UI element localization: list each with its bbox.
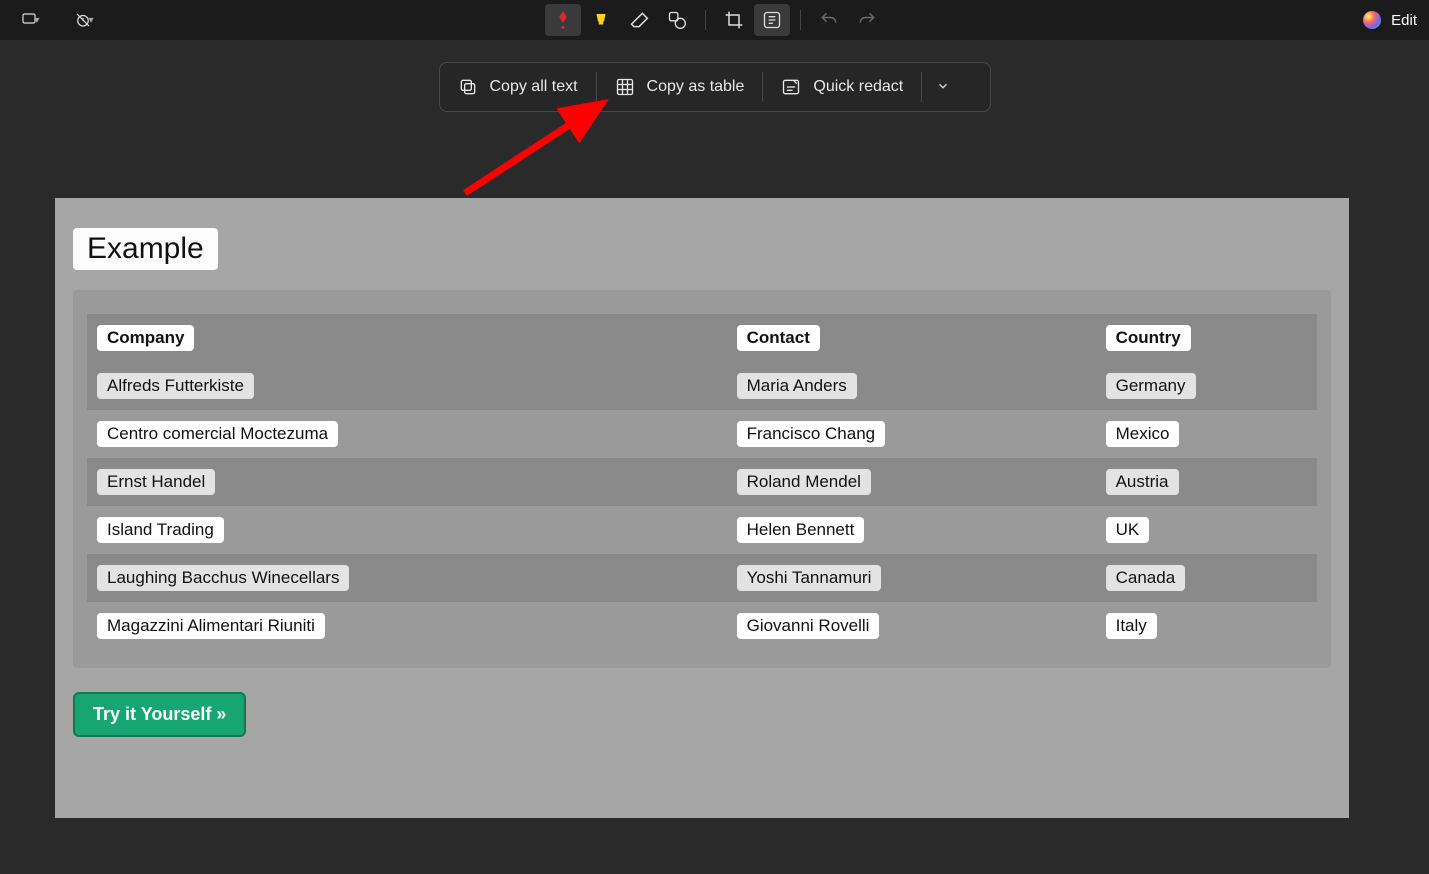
table-row: Ernst Handel Roland Mendel Austria [87, 458, 1317, 506]
table-cell: UK [1106, 517, 1150, 543]
copy-as-table-button[interactable]: Copy as table [597, 63, 763, 111]
table-row: Magazzini Alimentari Riuniti Giovanni Rov… [87, 602, 1317, 650]
eraser-tool[interactable] [621, 4, 657, 36]
table-cell: Island Trading [97, 517, 224, 543]
table-cell: Yoshi Tannamuri [737, 565, 882, 591]
table-row: Alfreds Futterkiste Maria Anders Germany [87, 362, 1317, 410]
table-cell: Centro comercial Moctezuma [97, 421, 338, 447]
copy-all-text-label: Copy all text [490, 78, 578, 96]
table-cell: Helen Bennett [737, 517, 865, 543]
chevron-down-icon: ▾ [34, 15, 39, 26]
selection-tool[interactable]: ▾ [12, 4, 48, 36]
table-row: Laughing Bacchus Winecellars Yoshi Tannam… [87, 554, 1317, 602]
quick-redact-button[interactable]: Quick redact [763, 63, 921, 111]
pen-tool[interactable] [545, 4, 581, 36]
text-actions-bar: Copy all text Copy as table Quick redact [439, 62, 991, 112]
try-it-yourself-button[interactable]: Try it Yourself » [73, 692, 246, 737]
highlighter-tool[interactable] [583, 4, 619, 36]
table-cell: Francisco Chang [737, 421, 886, 447]
table-cell: Canada [1106, 565, 1186, 591]
capture-canvas: Example Company Contact Country Alfreds … [55, 198, 1349, 818]
copy-as-table-label: Copy as table [647, 78, 745, 96]
table-cell: Alfreds Futterkiste [97, 373, 254, 399]
page-title: Example [73, 228, 218, 270]
quick-redact-label: Quick redact [813, 78, 903, 96]
palette-icon[interactable] [1363, 11, 1381, 29]
actions-more-button[interactable] [922, 79, 964, 96]
col-header: Country [1106, 325, 1191, 351]
table-cell: Maria Anders [737, 373, 857, 399]
table-cell: Magazzini Alimentari Riuniti [97, 613, 325, 639]
table-cell: Ernst Handel [97, 469, 215, 495]
table-cell: Roland Mendel [737, 469, 871, 495]
table-row: Island Trading Helen Bennett UK [87, 506, 1317, 554]
text-actions-tool[interactable] [754, 4, 790, 36]
chevron-down-icon: ▾ [88, 15, 93, 26]
crop-tool[interactable] [716, 4, 752, 36]
table-row: Centro comercial Moctezuma Francisco Chan… [87, 410, 1317, 458]
copy-all-text-button[interactable]: Copy all text [440, 63, 596, 111]
shapes-tool[interactable] [659, 4, 695, 36]
top-toolbar: ▾ ▾ [0, 0, 1429, 40]
timer-tool[interactable]: ▾ [66, 4, 102, 36]
table-cell: Italy [1106, 613, 1157, 639]
col-header: Company [97, 325, 194, 351]
table-cell: Austria [1106, 469, 1179, 495]
col-header: Contact [737, 325, 820, 351]
table-cell: Germany [1106, 373, 1196, 399]
undo-button[interactable] [811, 4, 847, 36]
table-cell: Laughing Bacchus Winecellars [97, 565, 349, 591]
table-header-row: Company Contact Country [87, 314, 1317, 362]
example-panel: Company Contact Country Alfreds Futterki… [73, 290, 1331, 668]
table-cell: Giovanni Rovelli [737, 613, 880, 639]
edit-button[interactable]: Edit [1391, 12, 1417, 29]
table-cell: Mexico [1106, 421, 1180, 447]
data-table: Company Contact Country Alfreds Futterki… [87, 314, 1317, 650]
redo-button[interactable] [849, 4, 885, 36]
